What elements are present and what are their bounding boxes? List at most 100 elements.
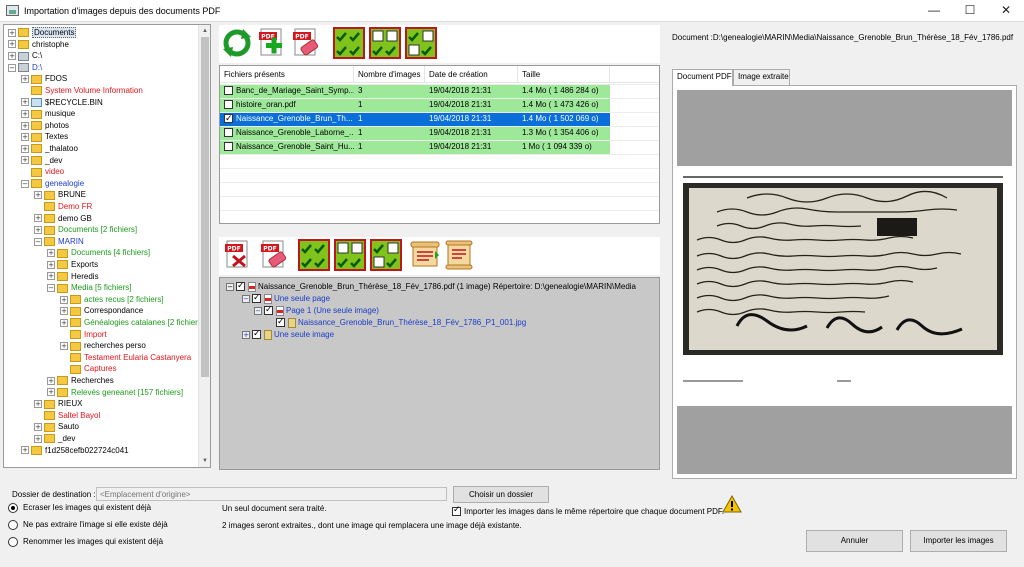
expand-icon[interactable]: + bbox=[47, 388, 55, 397]
extraction-details-tree[interactable]: − Naissance_Grenoble_Brun_Thérèse_18_Fév_… bbox=[219, 277, 660, 470]
tree-item[interactable]: + RIEUX bbox=[34, 398, 82, 410]
tree-item[interactable]: Captures bbox=[60, 363, 116, 375]
tree-item[interactable]: + recherches perso bbox=[60, 340, 146, 352]
tree-item[interactable]: − D:\ bbox=[8, 62, 42, 74]
table-row[interactable]: Naissance_Grenoble_Laborne_... 1 19/04/201… bbox=[220, 126, 610, 140]
tree-item[interactable]: Demo FR bbox=[34, 201, 92, 213]
table-row[interactable]: Banc_de_Mariage_Saint_Symp... 3 19/04/2018… bbox=[220, 84, 610, 98]
radio-selected[interactable] bbox=[8, 503, 18, 513]
node-checkbox[interactable] bbox=[252, 328, 261, 340]
expand-icon[interactable]: + bbox=[47, 260, 55, 269]
tree-item[interactable]: + Recherches bbox=[47, 375, 114, 387]
tree-item[interactable]: + Documents [4 fichiers] bbox=[47, 247, 150, 259]
node-checkbox[interactable] bbox=[252, 292, 261, 304]
add-pdf-icon[interactable]: PDF bbox=[255, 27, 287, 59]
expand-icon[interactable]: + bbox=[21, 121, 29, 130]
expand-icon[interactable]: + bbox=[34, 226, 42, 235]
destination-field[interactable] bbox=[96, 487, 447, 501]
column-header-files[interactable]: Fichiers présents bbox=[220, 66, 354, 83]
tree-item[interactable]: Testament Eularia Castanyera bbox=[60, 352, 191, 364]
expand-icon[interactable]: + bbox=[34, 400, 42, 409]
expand-icon[interactable]: + bbox=[60, 318, 68, 327]
tree-item[interactable]: + _thalatoo bbox=[21, 143, 78, 155]
tree-scrollbar[interactable]: ▲ ▼ bbox=[198, 25, 210, 467]
tree-item[interactable]: + Sauto bbox=[34, 421, 79, 433]
expand-icon[interactable]: + bbox=[8, 52, 16, 61]
radio-skip-existing[interactable]: Ne pas extraire l'image si elle existe d… bbox=[8, 520, 168, 530]
expand-icon[interactable]: + bbox=[60, 295, 68, 304]
tree-item[interactable]: + Relevés geneanet [157 fichiers] bbox=[47, 387, 183, 399]
expand-icon[interactable]: + bbox=[60, 307, 68, 316]
select-none-icon[interactable] bbox=[369, 27, 401, 59]
details-single-image-node[interactable]: +Une seule image bbox=[242, 328, 334, 341]
choose-folder-button[interactable]: Choisir un dossier bbox=[453, 486, 549, 503]
tree-item[interactable]: + f1d258cefb022724c041 bbox=[21, 445, 129, 457]
expand-icon[interactable]: + bbox=[47, 249, 55, 258]
tree-item[interactable]: + Heredis bbox=[47, 271, 99, 283]
collapse-icon[interactable]: − bbox=[226, 282, 234, 291]
row-checkbox[interactable] bbox=[224, 142, 233, 152]
tree-item[interactable]: − genealogie bbox=[21, 178, 84, 190]
expand-icon[interactable]: + bbox=[242, 330, 250, 339]
tree-item[interactable]: + FDOS bbox=[21, 73, 67, 85]
expand-icon[interactable]: + bbox=[8, 40, 16, 49]
expand-icon[interactable]: + bbox=[8, 28, 16, 37]
tab-document-pdf[interactable]: Document PDF bbox=[672, 69, 733, 86]
pdf-preview[interactable] bbox=[672, 85, 1017, 479]
tree-item[interactable]: Saltel Bayol bbox=[34, 410, 100, 422]
details-image-node[interactable]: Naissance_Grenoble_Brun_Thérèse_18_Fév_1… bbox=[276, 316, 526, 329]
column-header-size[interactable]: Taille bbox=[518, 66, 610, 83]
row-checkbox[interactable] bbox=[224, 100, 233, 110]
expand-icon[interactable]: + bbox=[34, 434, 42, 443]
cancel-button[interactable]: Annuler bbox=[806, 530, 903, 552]
column-header-count[interactable]: Nombre d'images bbox=[354, 66, 425, 83]
collapse-icon[interactable]: − bbox=[47, 284, 55, 293]
tree-item[interactable]: + Exports bbox=[47, 259, 98, 271]
tree-item[interactable]: − Media [5 fichiers] bbox=[47, 282, 131, 294]
tab-extracted-image[interactable]: Image extraite bbox=[733, 69, 790, 85]
same-directory-option[interactable]: Importer les images dans le même réperto… bbox=[452, 505, 724, 517]
table-row[interactable]: Naissance_Grenoble_Saint_Hu... 1 19/04/201… bbox=[220, 140, 610, 154]
radio-unselected[interactable] bbox=[8, 520, 18, 530]
tree-item[interactable]: System Volume Information bbox=[21, 85, 143, 97]
select-all-icon[interactable] bbox=[298, 239, 330, 271]
collapse-icon[interactable]: − bbox=[8, 63, 16, 72]
tree-item[interactable]: + Documents [2 fichiers] bbox=[34, 224, 137, 236]
tree-item[interactable]: + _dev bbox=[21, 155, 62, 167]
radio-unselected[interactable] bbox=[8, 537, 18, 547]
collapse-icon[interactable]: − bbox=[254, 306, 262, 315]
scroll-thumb[interactable] bbox=[201, 37, 209, 377]
node-checkbox[interactable] bbox=[264, 304, 273, 316]
collapse-icon[interactable]: − bbox=[242, 294, 250, 303]
collapse-icon[interactable]: − bbox=[21, 179, 29, 188]
expand-icon[interactable]: + bbox=[60, 342, 68, 351]
expand-icon[interactable]: + bbox=[34, 191, 42, 200]
same-directory-checkbox[interactable] bbox=[452, 505, 461, 517]
details-root-node[interactable]: −Naissance_Grenoble_Brun_Thérèse_18_Fév_… bbox=[226, 280, 636, 293]
tree-item[interactable]: + Correspondance bbox=[60, 305, 143, 317]
tree-item[interactable]: − MARIN bbox=[34, 236, 84, 248]
expand-icon[interactable]: + bbox=[21, 156, 29, 165]
expand-icon[interactable]: + bbox=[47, 272, 55, 281]
minimize-button[interactable]: — bbox=[916, 0, 952, 22]
column-header-date[interactable]: Date de création bbox=[425, 66, 518, 83]
details-page-1-node[interactable]: −Page 1 (Une seule image) bbox=[254, 304, 379, 317]
pdf-files-table[interactable]: Fichiers présents Nombre d'images Date d… bbox=[219, 65, 660, 224]
import-images-button[interactable]: Importer les images bbox=[910, 530, 1007, 552]
tree-item[interactable]: + demo GB bbox=[34, 213, 92, 225]
scroll-down-icon[interactable]: ▼ bbox=[199, 455, 210, 467]
maximize-button[interactable]: ☐ bbox=[952, 0, 988, 22]
tree-item[interactable]: + Textes bbox=[21, 131, 68, 143]
collapse-scroll-icon[interactable] bbox=[443, 239, 475, 271]
details-page-node[interactable]: −Une seule page bbox=[242, 292, 330, 305]
folder-tree[interactable]: + Documents + christophe + C:\ − D:\ + FDOS System… bbox=[3, 24, 211, 468]
tree-item[interactable]: + C:\ bbox=[8, 50, 42, 62]
invert-selection-icon[interactable] bbox=[370, 239, 402, 271]
tree-item[interactable]: + christophe bbox=[8, 39, 69, 51]
expand-icon[interactable]: + bbox=[21, 144, 29, 153]
row-checkbox[interactable] bbox=[224, 128, 233, 138]
expand-icon[interactable]: + bbox=[34, 214, 42, 223]
expand-icon[interactable]: + bbox=[21, 446, 29, 455]
row-checkbox[interactable] bbox=[224, 112, 233, 126]
node-checkbox[interactable] bbox=[276, 316, 285, 328]
